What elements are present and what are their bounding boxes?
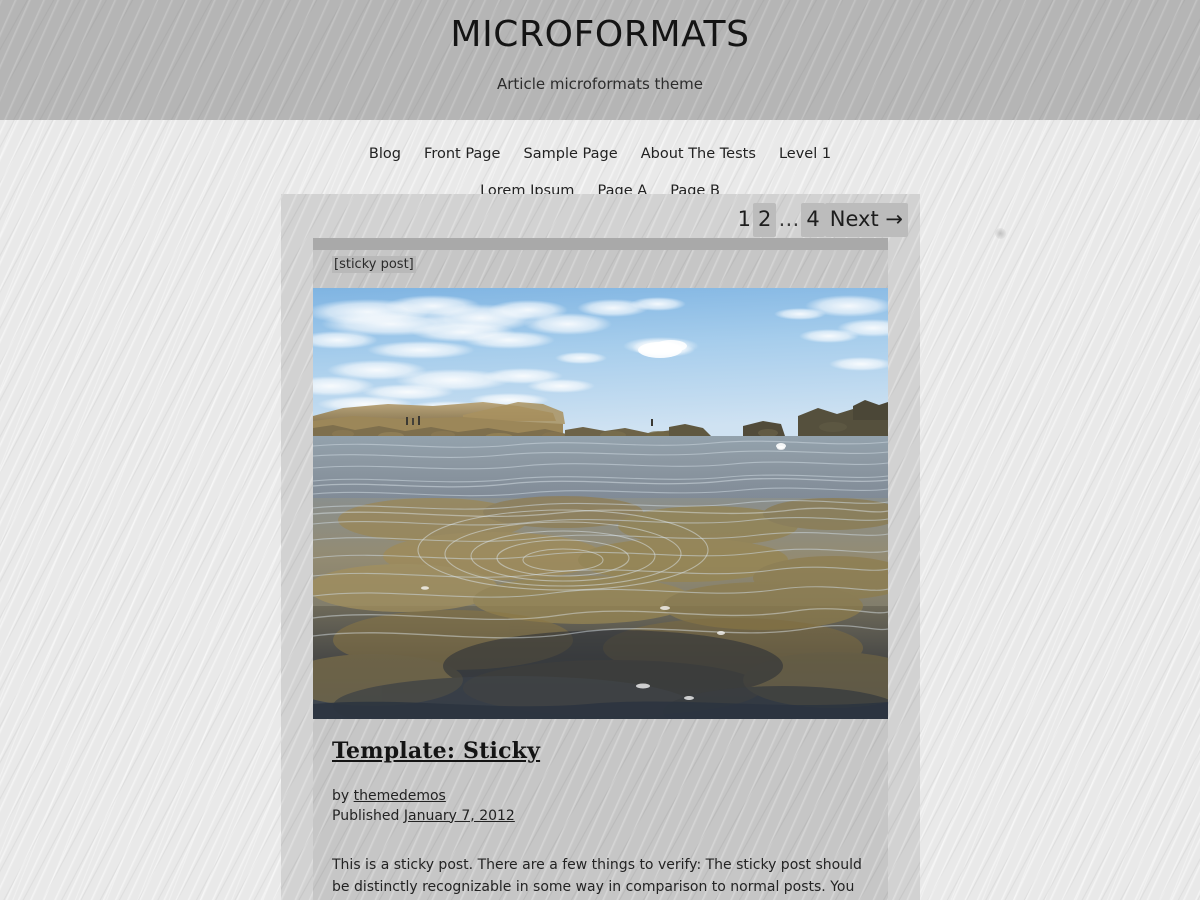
site-description: Article microformats theme — [496, 75, 703, 93]
site-title: MICROFORMATS — [450, 14, 750, 55]
nav-link-level-1[interactable]: Level 1 — [770, 137, 840, 172]
nav-link-blog[interactable]: Blog — [360, 137, 410, 172]
post-title: Template: Sticky — [332, 737, 869, 765]
pagination-page-4[interactable]: 4 — [801, 203, 825, 237]
pagination-page-2[interactable]: 2 — [753, 203, 777, 237]
sticky-post-label-text: [sticky post] — [332, 256, 416, 273]
pagination: 1 2… 4 Next → — [281, 194, 920, 238]
post-title-link[interactable]: Template: Sticky — [332, 738, 540, 764]
nav-link-about-the-tests[interactable]: About The Tests — [632, 137, 765, 172]
post-published-line: Published January 7, 2012 — [332, 807, 869, 827]
post-date-link[interactable]: January 7, 2012 — [404, 808, 515, 824]
nav-item: Blog — [360, 143, 410, 162]
by-label: by — [332, 788, 350, 804]
sticky-post-label: [sticky post] — [313, 250, 888, 288]
post-featured-image[interactable] — [313, 288, 888, 719]
seascape-photo-illustration — [313, 288, 888, 719]
nav-item: About The Tests — [632, 143, 765, 162]
pagination-ellipsis: … — [778, 207, 800, 231]
background-speck-decoration — [995, 228, 1006, 239]
post-excerpt: This is a sticky post. There are a few t… — [332, 857, 862, 895]
nav-item: Sample Page — [515, 143, 627, 162]
nav-link-front-page[interactable]: Front Page — [415, 137, 509, 172]
pagination-next-button[interactable]: Next → — [824, 203, 908, 237]
post-author-line: by themedemos — [332, 787, 869, 807]
nav-item: Level 1 — [770, 143, 840, 162]
nav-link-sample-page[interactable]: Sample Page — [515, 137, 627, 172]
post-author-link[interactable]: themedemos — [354, 788, 446, 804]
post-meta: by themedemos Published January 7, 2012 — [332, 787, 869, 826]
post-article: [sticky post] Template: Sticky by themed… — [313, 238, 888, 900]
article-top-bar — [313, 238, 888, 250]
post-body: Template: Sticky by themedemos Published… — [313, 719, 888, 900]
published-label: Published — [332, 807, 400, 824]
pagination-current-page: 1 — [737, 207, 752, 231]
nav-item: Front Page — [415, 143, 509, 162]
content-container: 1 2… 4 Next → [sticky post] Template: St… — [281, 194, 920, 900]
site-header: MICROFORMATS Article microformats theme — [0, 0, 1200, 120]
